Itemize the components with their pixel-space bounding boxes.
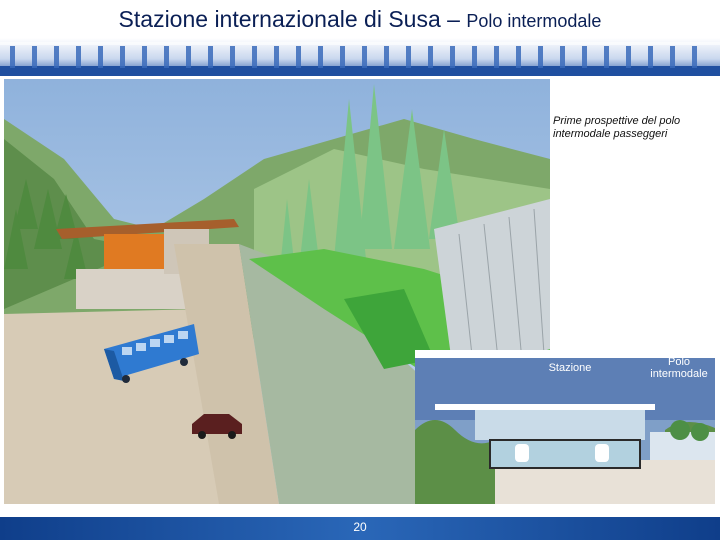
inset-label-hub: Polo intermodale <box>650 356 708 380</box>
page-title-main: Stazione internazionale di Susa – <box>118 6 467 32</box>
inset-label-station: Stazione <box>548 362 592 374</box>
page-title: Stazione internazionale di Susa – Polo i… <box>0 6 720 33</box>
page-number: 20 <box>353 520 367 534</box>
page-title-sub: Polo intermodale <box>466 11 602 31</box>
slide-header: Stazione internazionale di Susa – Polo i… <box>0 0 720 76</box>
image-caption: Prime prospettive del polo intermodale p… <box>553 115 681 140</box>
